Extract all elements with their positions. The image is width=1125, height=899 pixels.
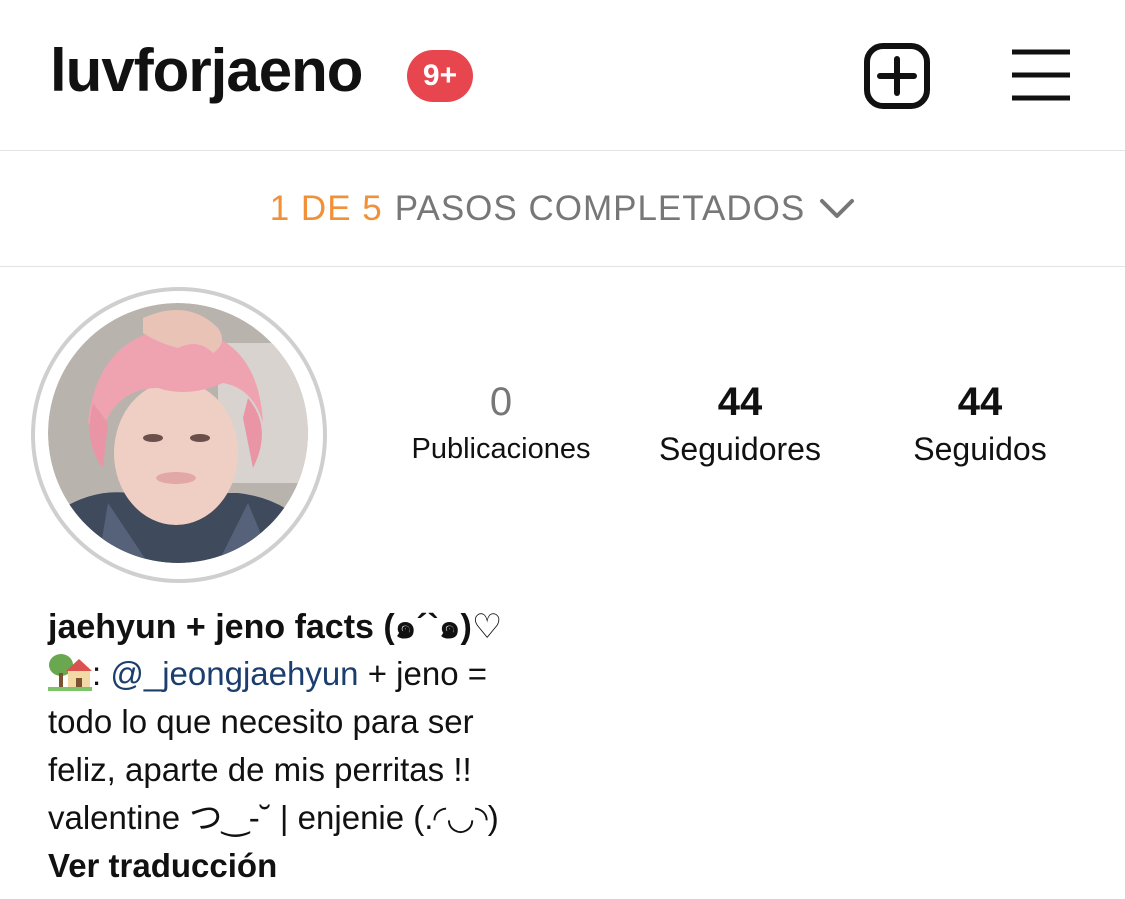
bio-line-2: todo lo que necesito para ser xyxy=(48,703,474,740)
house-with-garden-icon xyxy=(48,654,92,691)
bio-display-name: jaehyun + jeno facts (๑´`๑)♡ xyxy=(48,608,503,646)
followers-label: Seguidores xyxy=(659,431,821,467)
notification-badge[interactable]: 9+ xyxy=(407,50,473,102)
chevron-down-icon[interactable] xyxy=(819,198,855,220)
plus-square-icon[interactable] xyxy=(863,42,931,110)
bio-mention-link[interactable]: @_jeongjaehyun xyxy=(110,655,358,692)
steps-completed-count: 1 DE 5 xyxy=(269,188,383,228)
hamburger-menu-icon[interactable] xyxy=(1010,48,1072,102)
see-translation-link[interactable]: Ver traducción xyxy=(48,842,608,890)
following-label: Seguidos xyxy=(913,431,1047,467)
bio-line-1-prefix: : xyxy=(92,655,111,692)
posts-count: 0 xyxy=(489,380,513,424)
posts-label: Publicaciones xyxy=(411,433,591,465)
bio-line-1: : @_jeongjaehyun + jeno = xyxy=(48,650,608,698)
avatar[interactable] xyxy=(48,303,308,563)
bio-line-1-suffix: + jeno = xyxy=(358,655,487,692)
stat-followers[interactable]: 44 Seguidores xyxy=(630,380,850,474)
username-title[interactable]: luvforjaeno xyxy=(50,36,363,105)
following-count: 44 xyxy=(957,380,1003,424)
stat-posts: 0 Publicaciones xyxy=(390,380,612,474)
followers-count: 44 xyxy=(717,380,763,424)
stat-following[interactable]: 44 Seguidos xyxy=(880,380,1080,474)
profile-bio: jaehyun + jeno facts (๑´`๑)♡ : @_jeongja… xyxy=(48,604,608,890)
top-bar: luvforjaeno 9+ xyxy=(0,0,1125,151)
profile-steps-banner[interactable]: 1 DE 5 PASOS COMPLETADOS xyxy=(0,151,1125,267)
steps-label: PASOS COMPLETADOS xyxy=(394,188,806,228)
bio-line-3: feliz, aparte de mis perritas !! xyxy=(48,751,472,788)
bio-line-4: valentine つ‿-˘ | enjenie (.◜◡◝) xyxy=(48,799,499,836)
